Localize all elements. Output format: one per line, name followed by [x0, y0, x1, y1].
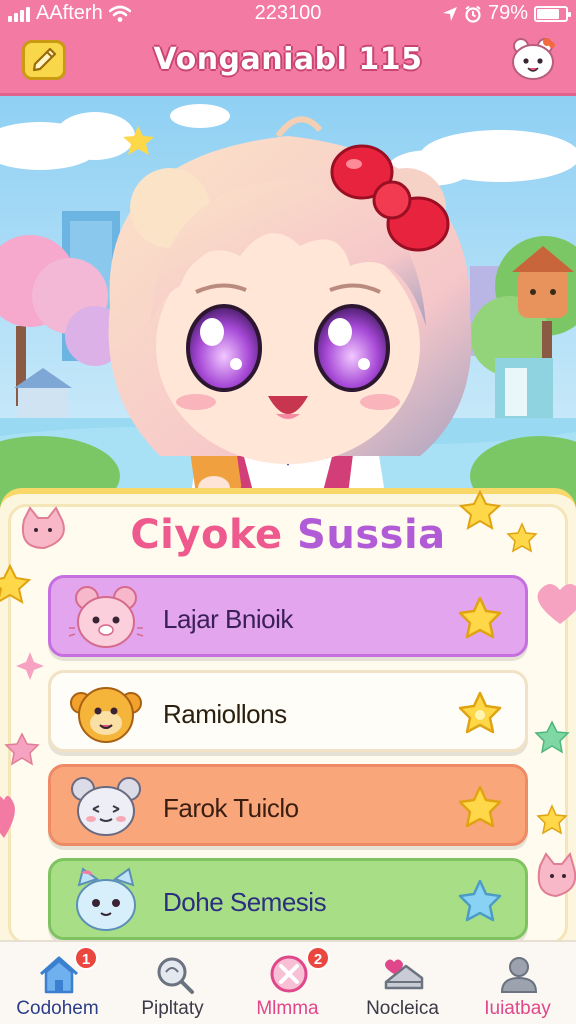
status-right: 79% — [442, 2, 571, 25]
profile-mascot-button[interactable] — [508, 34, 558, 86]
nav-item-nocleica[interactable]: Nocleica — [345, 942, 460, 1024]
panel-title-part1: Ciyoke — [130, 512, 283, 558]
battery-icon — [534, 5, 571, 22]
favorite-star-icon[interactable] — [455, 877, 505, 927]
character-scene-image — [0, 96, 576, 526]
favorite-star-icon[interactable] — [455, 594, 505, 644]
menu-item-label: Lajar Bnioik — [163, 604, 293, 634]
grey-mouse-icon — [71, 777, 141, 836]
favorite-star-icon[interactable] — [455, 783, 505, 833]
location-icon — [442, 6, 457, 21]
nav-label: Iuiatbay — [484, 998, 551, 1019]
magnifier-icon — [157, 957, 194, 994]
menu-item-card[interactable]: Farok Tuiclo — [48, 764, 528, 846]
cake-icon — [384, 959, 424, 990]
blue-cat-icon — [76, 867, 136, 931]
nav-label: Codohem — [16, 998, 99, 1019]
favorite-star-icon[interactable] — [455, 689, 505, 739]
nav-item-mlmma[interactable]: 2 Mlmma — [230, 942, 345, 1024]
pink-bear-icon — [68, 586, 144, 648]
panel-title-part2: Sussia — [297, 512, 446, 558]
menu-item-label: Dohe Semesis — [163, 887, 327, 917]
user-icon — [500, 957, 538, 993]
nav-label: Pipltaty — [141, 998, 204, 1019]
nav-item-profile[interactable]: Iuiatbay — [460, 942, 575, 1024]
menu-item-card[interactable]: Lajar Bnioik — [48, 575, 528, 657]
notification-badge: 2 — [306, 946, 330, 970]
nav-label: Nocleica — [366, 998, 439, 1019]
hero-illustration — [0, 96, 576, 526]
menu-item-card[interactable]: Ramiollons — [48, 670, 528, 752]
menu-item-card[interactable]: Dohe Semesis — [48, 858, 528, 940]
page-title: Vonganiabl 115 — [153, 42, 423, 77]
nav-label: Mlmma — [256, 998, 319, 1019]
menu-item-label: Farok Tuiclo — [163, 793, 299, 823]
menu-item-label: Ramiollons — [163, 699, 287, 729]
panel-title: Ciyoke Sussia — [0, 512, 576, 558]
battery-percent: 79% — [487, 2, 528, 24]
nav-item-home[interactable]: 1 Codohem — [0, 942, 115, 1024]
app-header: Vonganiabl 115 — [0, 28, 576, 96]
notification-badge: 1 — [74, 946, 98, 970]
mascot-icon — [512, 38, 555, 80]
cross-circle-icon — [270, 955, 308, 993]
bottom-nav: 1 Codohem Pipltaty 2 Mlmma Nocleica Iuia… — [0, 940, 576, 1024]
orange-monkey-icon — [70, 687, 142, 743]
nav-item-search[interactable]: Pipltaty — [115, 942, 230, 1024]
alarm-icon — [465, 5, 481, 23]
status-bar: AAfterh 223100 79% — [0, 0, 576, 28]
